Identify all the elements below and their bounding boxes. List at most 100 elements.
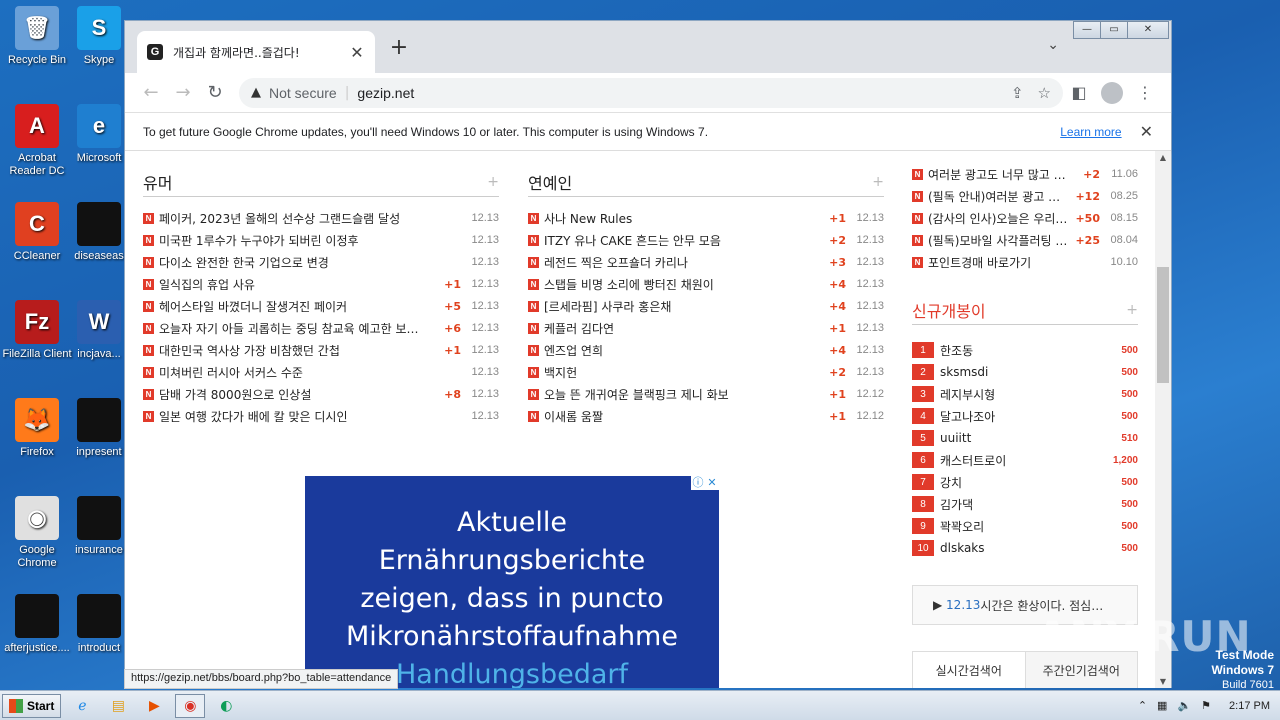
explorer-taskbar-icon[interactable]: ▤ bbox=[103, 694, 133, 718]
tray-expand-icon[interactable]: ⌃ bbox=[1138, 699, 1147, 712]
list-item[interactable]: N 오늘자 자기 아들 괴롭히는 중딩 참교육 예고한 보… +6 12.13 bbox=[143, 317, 499, 339]
item-title[interactable]: 백지헌 bbox=[544, 364, 814, 381]
list-item[interactable]: N ITZY 유나 CAKE 흔드는 안무 모음 +2 12.13 bbox=[528, 229, 884, 251]
member-name[interactable]: 한조동 bbox=[940, 342, 1121, 359]
list-item[interactable]: N 일식집의 휴업 사유 +1 12.13 bbox=[143, 273, 499, 295]
list-item[interactable]: N (필독 안내)여러분 광고 … +12 08.25 bbox=[912, 185, 1138, 207]
member-rank-row[interactable]: 7 강치 500 bbox=[912, 471, 1138, 493]
member-name[interactable]: 캐스터트로이 bbox=[940, 452, 1113, 469]
member-name[interactable]: uuiitt bbox=[940, 431, 1121, 445]
list-item[interactable]: N (감사의 인사)오늘은 우리… +50 08.15 bbox=[912, 207, 1138, 229]
ad-info-icon[interactable]: ⓘ bbox=[691, 476, 705, 490]
item-title[interactable]: 스탭들 비명 소리에 빵터진 채원이 bbox=[544, 276, 814, 293]
maximize-button[interactable]: ▭ bbox=[1100, 21, 1128, 39]
member-rank-row[interactable]: 9 꽉꽉오리 500 bbox=[912, 515, 1138, 537]
more-plus-icon[interactable]: + bbox=[487, 174, 499, 190]
side-panel-icon[interactable]: ◧ bbox=[1063, 83, 1095, 102]
ad-close-icon[interactable]: ✕ bbox=[705, 476, 719, 490]
list-item[interactable]: N 미국판 1루수가 누구야가 되버린 이정후 12.13 bbox=[143, 229, 499, 251]
new-members-title[interactable]: 신규개봉이 bbox=[912, 298, 986, 322]
list-item[interactable]: N 페이커, 2023년 올해의 선수상 그랜드슬램 달성 12.13 bbox=[143, 207, 499, 229]
member-name[interactable]: dlskaks bbox=[940, 541, 1121, 555]
list-item[interactable]: N 미쳐버린 러시아 서커스 수준 12.13 bbox=[143, 361, 499, 383]
item-title[interactable]: (감사의 인사)오늘은 우리… bbox=[928, 210, 1070, 227]
volume-icon[interactable]: 🔈 bbox=[1177, 699, 1191, 712]
profile-avatar[interactable] bbox=[1101, 81, 1123, 104]
item-title[interactable]: 여러분 광고도 너무 많고 … bbox=[928, 166, 1070, 183]
list-item[interactable]: N 케플러 김다연 +1 12.13 bbox=[528, 317, 884, 339]
list-item[interactable]: N 대한민국 역사상 가장 비참했던 간첩 +1 12.13 bbox=[143, 339, 499, 361]
list-item[interactable]: N 일본 여행 갔다가 배에 칼 맞은 디시인 12.13 bbox=[143, 405, 499, 427]
member-name[interactable]: 강치 bbox=[940, 474, 1121, 491]
member-name[interactable]: 달고나조아 bbox=[940, 408, 1121, 425]
list-item[interactable]: N 담배 가격 8000원으로 인상설 +8 12.13 bbox=[143, 383, 499, 405]
item-title[interactable]: 페이커, 2023년 올해의 선수상 그랜드슬램 달성 bbox=[159, 210, 429, 227]
list-item[interactable]: N 사나 New Rules +1 12.13 bbox=[528, 207, 884, 229]
url-text[interactable]: gezip.net bbox=[357, 85, 997, 101]
chrome-taskbar-icon[interactable]: ◉ bbox=[175, 693, 206, 718]
vertical-scrollbar[interactable]: ▲ ▼ bbox=[1155, 151, 1171, 688]
member-rank-row[interactable]: 4 달고나조아 500 bbox=[912, 405, 1138, 427]
member-name[interactable]: 꽉꽉오리 bbox=[940, 518, 1121, 535]
item-title[interactable]: 레전드 찍은 오프숄더 카리나 bbox=[544, 254, 814, 271]
bookmark-star-icon[interactable]: ☆ bbox=[1038, 84, 1051, 102]
learn-more-link[interactable]: Learn more bbox=[1060, 125, 1121, 139]
list-item[interactable]: N 포인트경매 바로가기 10.10 bbox=[912, 251, 1138, 273]
member-rank-row[interactable]: 10 dlskaks 500 bbox=[912, 537, 1138, 559]
item-title[interactable]: 일식집의 휴업 사유 bbox=[159, 276, 429, 293]
member-name[interactable]: sksmsdi bbox=[940, 365, 1121, 379]
member-rank-row[interactable]: 8 김가댁 500 bbox=[912, 493, 1138, 515]
list-item[interactable]: N 백지헌 +2 12.13 bbox=[528, 361, 884, 383]
back-arrow-icon[interactable]: ← bbox=[135, 82, 167, 103]
security-label[interactable]: Not secure bbox=[269, 85, 337, 101]
forward-arrow-icon[interactable]: → bbox=[167, 82, 199, 103]
more-plus-icon[interactable]: + bbox=[872, 174, 884, 190]
browser-tab[interactable]: G 개집과 함께라면..즐겁다! ✕ bbox=[137, 31, 375, 73]
warning-triangle-icon[interactable]: ▲ bbox=[251, 85, 261, 100]
item-title[interactable]: 사나 New Rules bbox=[544, 210, 814, 227]
item-title[interactable]: (필독)모바일 사각플러팅 … bbox=[928, 232, 1070, 249]
scroll-down-icon[interactable]: ▼ bbox=[1155, 677, 1171, 686]
item-title[interactable]: 대한민국 역사상 가장 비참했던 간첩 bbox=[159, 342, 429, 359]
member-name[interactable]: 레지부시형 bbox=[940, 386, 1121, 403]
tab-realtime-search[interactable]: 실시간검색어 bbox=[913, 652, 1025, 688]
item-title[interactable]: (필독 안내)여러분 광고 … bbox=[928, 188, 1070, 205]
new-tab-button[interactable]: + bbox=[387, 35, 411, 60]
list-item[interactable]: N 스탭들 비명 소리에 빵터진 채원이 +4 12.13 bbox=[528, 273, 884, 295]
item-title[interactable]: 다이소 완전한 한국 기업으로 변경 bbox=[159, 254, 429, 271]
list-item[interactable]: N (필독)모바일 사각플러팅 … +25 08.04 bbox=[912, 229, 1138, 251]
media-player-taskbar-icon[interactable]: ▶ bbox=[139, 694, 169, 718]
list-item[interactable]: N 엔즈업 연희 +4 12.13 bbox=[528, 339, 884, 361]
item-title[interactable]: ITZY 유나 CAKE 흔드는 안무 모음 bbox=[544, 232, 814, 249]
list-item[interactable]: N 여러분 광고도 너무 많고 … +2 11.06 bbox=[912, 163, 1138, 185]
network-icon[interactable]: ▦ bbox=[1157, 699, 1167, 712]
member-rank-row[interactable]: 6 캐스터트로이 1,200 bbox=[912, 449, 1138, 471]
list-item[interactable]: N 레전드 찍은 오프숄더 카리나 +3 12.13 bbox=[528, 251, 884, 273]
item-title[interactable]: 담배 가격 8000원으로 인상설 bbox=[159, 386, 429, 403]
member-rank-row[interactable]: 1 한조동 500 bbox=[912, 339, 1138, 361]
item-title[interactable]: 이새롬 움짤 bbox=[544, 408, 814, 425]
ie-taskbar-icon[interactable]: ℯ bbox=[67, 694, 97, 718]
minimize-button[interactable]: — bbox=[1073, 21, 1101, 39]
section-title[interactable]: 연예인 bbox=[528, 170, 572, 194]
item-title[interactable]: 헤어스타일 바꼈더니 잘생겨진 페이커 bbox=[159, 298, 429, 315]
item-title[interactable]: 포인트경매 바로가기 bbox=[928, 254, 1070, 271]
tab-close-icon[interactable]: ✕ bbox=[349, 43, 365, 62]
list-item[interactable]: N 이새롬 움짤 +1 12.12 bbox=[528, 405, 884, 427]
item-title[interactable]: 엔즈업 연희 bbox=[544, 342, 814, 359]
scroll-thumb[interactable] bbox=[1157, 267, 1169, 383]
list-item[interactable]: N 헤어스타일 바꼈더니 잘생겨진 페이커 +5 12.13 bbox=[143, 295, 499, 317]
advertisement[interactable]: ⓘ ✕ Aktuelle Ernährungsberichte zeigen, … bbox=[305, 476, 719, 688]
list-item[interactable]: N [르세라핌] 사쿠라 홍은채 +4 12.13 bbox=[528, 295, 884, 317]
scroll-up-icon[interactable]: ▲ bbox=[1155, 153, 1171, 162]
item-title[interactable]: 미국판 1루수가 누구야가 되버린 이정후 bbox=[159, 232, 429, 249]
member-rank-row[interactable]: 5 uuiitt 510 bbox=[912, 427, 1138, 449]
list-item[interactable]: N 오늘 뜬 개귀여운 블랙핑크 제니 화보 +1 12.12 bbox=[528, 383, 884, 405]
member-rank-row[interactable]: 2 sksmsdi 500 bbox=[912, 361, 1138, 383]
share-icon[interactable]: ⇪ bbox=[1011, 84, 1024, 102]
edge-taskbar-icon[interactable]: ◐ bbox=[211, 694, 241, 718]
address-bar[interactable]: ▲ Not secure | gezip.net ⇪ ☆ bbox=[239, 77, 1063, 108]
reload-icon[interactable]: ↻ bbox=[199, 82, 231, 103]
item-title[interactable]: 오늘 뜬 개귀여운 블랙핑크 제니 화보 bbox=[544, 386, 814, 403]
item-title[interactable]: 미쳐버린 러시아 서커스 수준 bbox=[159, 364, 429, 381]
